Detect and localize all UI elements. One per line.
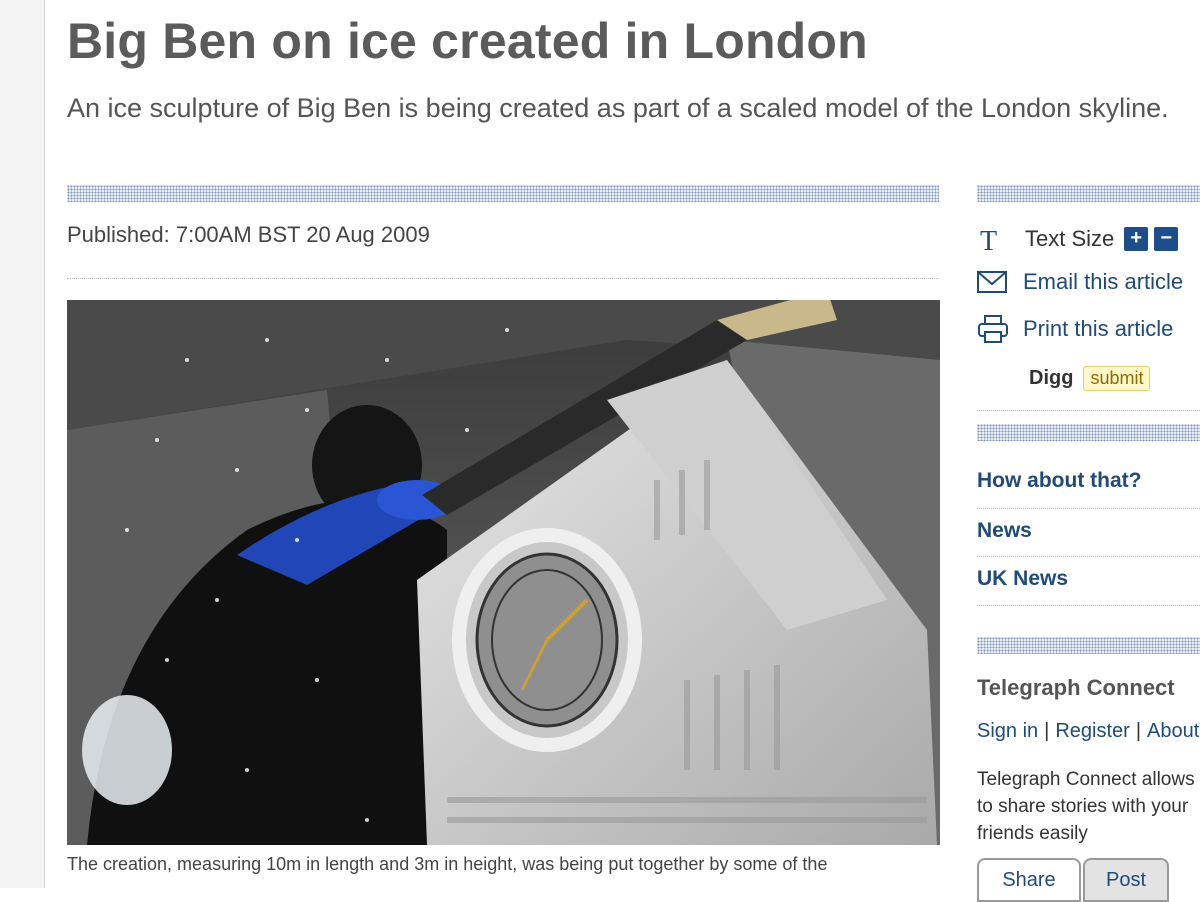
increase-text-size-button[interactable]: +: [1124, 227, 1149, 251]
post-button[interactable]: Post: [1083, 858, 1169, 902]
svg-text:T: T: [980, 226, 997, 253]
photo-caption: The creation, measuring 10m in length an…: [67, 854, 828, 874]
section-link-uk-news[interactable]: UK News: [977, 567, 1068, 591]
share-button[interactable]: Share: [977, 858, 1081, 902]
printer-icon: [977, 315, 1009, 343]
divider-bar: [67, 185, 939, 202]
email-article-label[interactable]: Email this article: [1023, 269, 1183, 295]
section-divider: [977, 508, 1200, 509]
section-link-how-about-that[interactable]: How about that?: [977, 469, 1141, 493]
telegraph-connect-title: Telegraph Connect: [977, 675, 1175, 700]
section-link-news[interactable]: News: [977, 519, 1032, 543]
left-gutter: [0, 0, 45, 888]
link-separator: |: [1135, 720, 1142, 742]
article-photo: [67, 300, 940, 845]
digg-submit-button[interactable]: submit: [1083, 366, 1151, 391]
sidebar-divider-bar: [977, 185, 1200, 202]
published-date: Published: 7:00AM BST 20 Aug 2009: [67, 222, 430, 247]
sign-in-link[interactable]: Sign in: [977, 720, 1038, 742]
connect-links: Sign in | Register | About: [977, 720, 1199, 743]
envelope-icon: [977, 268, 1009, 296]
text-size-control: T Text Size + −: [977, 225, 1179, 253]
ice-sculpture-photo: [67, 300, 940, 845]
text-size-icon: T: [977, 225, 1009, 253]
section-divider: [977, 605, 1200, 606]
article-headline: Big Ben on ice created in London: [67, 13, 868, 69]
digg-widget: Digg submit: [1029, 366, 1151, 391]
sidebar-divider-line: [977, 410, 1200, 411]
article-standfirst: An ice sculpture of Big Ben is being cre…: [67, 93, 1169, 123]
text-size-label: Text Size: [1025, 226, 1115, 251]
email-article-link[interactable]: Email this article: [977, 268, 1183, 296]
sidebar-divider-bar: [977, 637, 1200, 654]
about-link[interactable]: About: [1147, 720, 1199, 742]
decrease-text-size-button[interactable]: −: [1154, 227, 1179, 251]
divider-line: [67, 278, 939, 279]
telegraph-connect-description: Telegraph Connect allows you to share st…: [977, 769, 1200, 844]
digg-label: Digg: [1029, 367, 1074, 389]
print-article-link[interactable]: Print this article: [977, 315, 1173, 343]
print-article-label[interactable]: Print this article: [1023, 316, 1173, 342]
register-link[interactable]: Register: [1055, 720, 1129, 742]
link-separator: |: [1044, 720, 1050, 742]
sidebar-divider-bar: [977, 424, 1200, 441]
section-divider: [977, 556, 1200, 557]
